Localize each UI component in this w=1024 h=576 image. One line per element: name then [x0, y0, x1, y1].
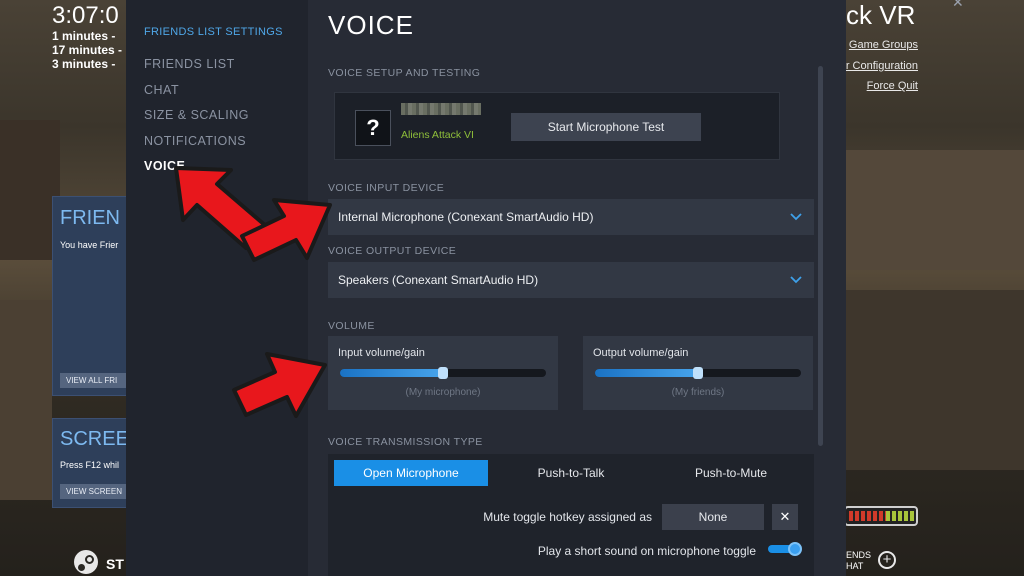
sidebar-item-friends-list[interactable]: FRIENDS LIST [144, 57, 308, 83]
voice-setup-box: ? Aliens Attack VI Start Microphone Test [334, 92, 780, 160]
recent-entry: 3 minutes - [52, 57, 116, 71]
sidebar-item-voice[interactable]: VOICE [144, 159, 308, 185]
user-name-blurred [401, 103, 481, 115]
view-all-friends-button[interactable]: VIEW ALL FRI [60, 373, 126, 388]
settings-dialog: FRIENDS LIST SETTINGS FRIENDS LIST CHAT … [126, 0, 964, 576]
output-volume-fill [595, 369, 698, 377]
input-volume-slider[interactable] [340, 367, 546, 379]
transmission-section-label: VOICE TRANSMISSION TYPE [328, 436, 483, 448]
sidebar-item-notifications[interactable]: NOTIFICATIONS [144, 134, 308, 160]
clear-hotkey-button[interactable]: ✕ [772, 504, 798, 530]
page-title: VOICE [328, 10, 414, 40]
game-title: ck VR [846, 0, 916, 30]
user-game-status: Aliens Attack VI [401, 129, 474, 141]
toggle-knob [788, 542, 802, 556]
steam-label: ST [106, 556, 124, 572]
tab-push-to-talk[interactable]: Push-to-Talk [494, 460, 648, 486]
output-volume-card: Output volume/gain (My friends) [583, 336, 813, 410]
sidebar-item-size-scaling[interactable]: SIZE & SCALING [144, 108, 308, 134]
friends-text: You have Frier [60, 240, 119, 250]
steam-logo-icon [74, 550, 98, 574]
transmission-box: Open Microphone Push-to-Talk Push-to-Mut… [328, 454, 814, 576]
output-volume-slider[interactable] [595, 367, 801, 379]
clock-text: 3:07:0 [52, 2, 119, 29]
input-volume-fill [340, 369, 443, 377]
scenery-shape [846, 150, 1024, 270]
screenshots-heading: SCREE [60, 428, 129, 450]
input-device-label: VOICE INPUT DEVICE [328, 182, 445, 194]
output-volume-label: Output volume/gain [593, 347, 689, 359]
close-icon[interactable]: ✕ [952, 0, 964, 11]
input-device-dropdown[interactable]: Internal Microphone (Conexant SmartAudio… [328, 199, 814, 235]
output-volume-sublabel: (My friends) [671, 387, 725, 398]
output-volume-handle[interactable] [693, 367, 703, 379]
output-device-label: VOICE OUTPUT DEVICE [328, 245, 457, 257]
add-chat-icon[interactable]: + [878, 551, 896, 569]
friends-heading: FRIEN [60, 207, 120, 229]
recent-entry: 1 minutes - [52, 29, 116, 43]
friends-chat-label: ENDS [846, 550, 872, 560]
toggle-sound-switch[interactable] [768, 542, 802, 556]
chevron-down-icon [790, 276, 802, 284]
input-volume-handle[interactable] [438, 367, 448, 379]
tab-push-to-mute[interactable]: Push-to-Mute [654, 460, 808, 486]
friends-chat-label: HAT [846, 561, 864, 571]
hotkey-assign-button[interactable]: None [662, 504, 764, 530]
tab-open-microphone[interactable]: Open Microphone [334, 460, 488, 486]
input-volume-card: Input volume/gain (My microphone) [328, 336, 558, 410]
input-device-value: Internal Microphone (Conexant SmartAudio… [338, 210, 594, 224]
input-volume-sublabel: (My microphone) [405, 387, 481, 398]
recent-entry: 17 minutes - [52, 43, 123, 57]
view-screenshots-button[interactable]: VIEW SCREEN [60, 484, 126, 499]
scenery-shape [0, 300, 52, 500]
sidebar-header: FRIENDS LIST SETTINGS [144, 26, 283, 38]
hotkey-label: Mute toggle hotkey assigned as [483, 510, 652, 524]
setup-section-label: VOICE SETUP AND TESTING [328, 67, 481, 79]
start-microphone-test-button[interactable]: Start Microphone Test [511, 113, 701, 141]
voice-level-meter [844, 506, 918, 526]
sidebar-item-chat[interactable]: CHAT [144, 83, 308, 109]
settings-sidebar: FRIENDS LIST SETTINGS FRIENDS LIST CHAT … [126, 0, 308, 576]
controller-configuration-link[interactable]: er Configuration [840, 60, 918, 72]
avatar: ? [355, 110, 391, 146]
chevron-down-icon [790, 213, 802, 221]
output-device-value: Speakers (Conexant SmartAudio HD) [338, 273, 539, 287]
volume-section-label: VOLUME [328, 320, 375, 332]
screenshots-text: Press F12 whil [60, 460, 120, 470]
scenery-shape [846, 290, 1024, 470]
force-quit-link[interactable]: Force Quit [867, 80, 918, 92]
output-device-dropdown[interactable]: Speakers (Conexant SmartAudio HD) [328, 262, 814, 298]
input-volume-label: Input volume/gain [338, 347, 425, 359]
game-groups-link[interactable]: Game Groups [849, 39, 918, 51]
scenery-shape [0, 120, 60, 260]
toggle-sound-label: Play a short sound on microphone toggle [537, 544, 756, 558]
scrollbar[interactable] [818, 66, 823, 446]
voice-settings-panel: VOICE VOICE SETUP AND TESTING ? Aliens A… [308, 0, 846, 576]
